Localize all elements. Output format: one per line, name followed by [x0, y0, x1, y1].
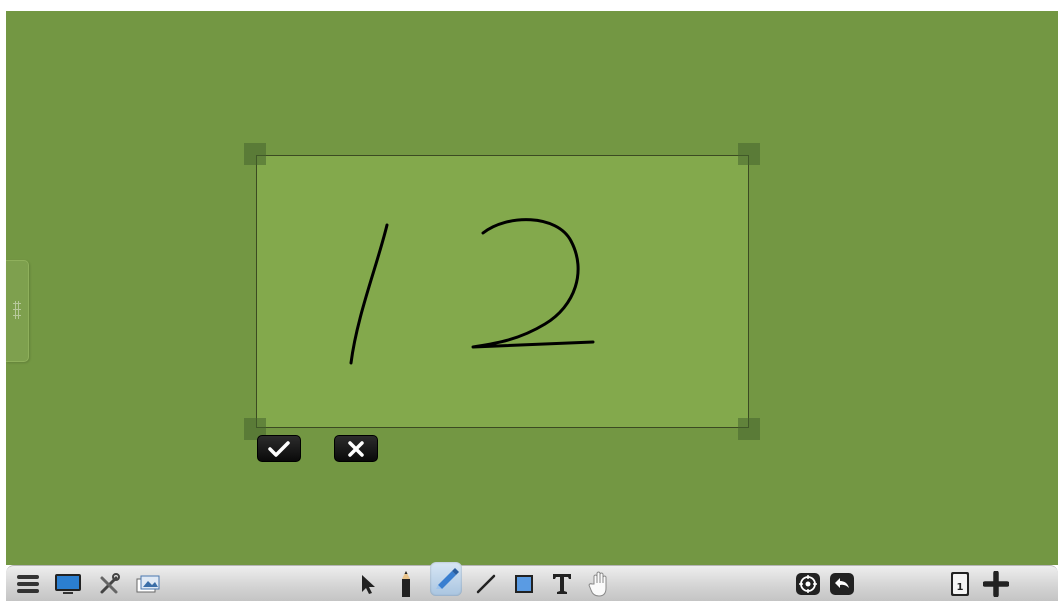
rectangle-tool-button[interactable]	[510, 570, 538, 598]
grip-icon	[13, 301, 21, 319]
monitor-icon	[55, 574, 81, 594]
tools-icon	[100, 573, 120, 594]
pan-hand-icon	[588, 571, 607, 597]
side-panel-tab[interactable]	[6, 260, 29, 362]
undo-button[interactable]	[828, 570, 856, 598]
line-icon	[476, 574, 496, 594]
svg-text:1: 1	[957, 582, 964, 593]
undo-icon	[830, 573, 854, 595]
pencil-icon	[402, 571, 410, 597]
resize-handle-top-left[interactable]	[244, 143, 266, 165]
cancel-button[interactable]	[334, 435, 378, 462]
select-arrow-icon	[362, 575, 375, 594]
tools-button[interactable]	[96, 570, 124, 598]
pencil-tool-button[interactable]	[392, 570, 420, 598]
bottom-toolbar: 1	[6, 562, 1058, 601]
menu-icon	[17, 575, 39, 593]
plus-icon	[983, 571, 1009, 597]
pan-tool-button[interactable]	[586, 570, 614, 598]
rectangle-icon	[515, 575, 533, 593]
gallery-button[interactable]	[134, 570, 162, 598]
handwriting-ink	[349, 218, 595, 365]
gallery-icon	[136, 575, 160, 593]
select-tool-button[interactable]	[354, 570, 382, 598]
highlighter-icon	[436, 568, 459, 589]
page-indicator[interactable]: 1	[946, 570, 974, 598]
zoom-target-icon	[796, 573, 820, 595]
checkmark-icon	[268, 440, 290, 457]
add-page-button[interactable]	[982, 570, 1010, 598]
highlighter-tool-button[interactable]	[430, 562, 462, 596]
x-icon	[348, 440, 364, 457]
line-tool-button[interactable]	[472, 570, 500, 598]
page-icon: 1	[951, 572, 969, 596]
menu-button[interactable]	[14, 570, 42, 598]
resize-handle-bottom-right[interactable]	[738, 418, 760, 440]
selection-box[interactable]	[256, 155, 749, 428]
confirm-button[interactable]	[257, 435, 301, 462]
resize-handle-top-right[interactable]	[738, 143, 760, 165]
text-icon	[553, 574, 571, 594]
display-button[interactable]	[54, 570, 82, 598]
text-tool-button[interactable]	[548, 570, 576, 598]
zoom-target-button[interactable]	[794, 570, 822, 598]
